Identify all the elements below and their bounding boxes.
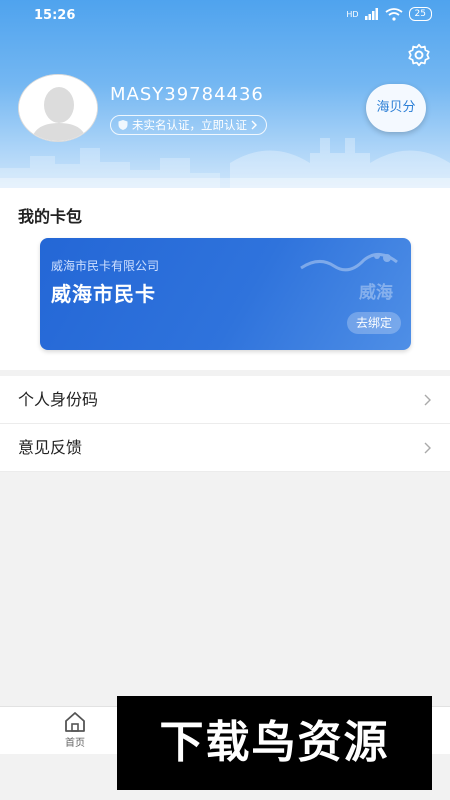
bind-card-button[interactable]: 去绑定 (346, 312, 401, 334)
wallet-section: 我的卡包 威海 威海市民卡有限公司 威海市民卡 去绑定 (0, 188, 450, 370)
card-company: 威海市民卡有限公司 (51, 259, 160, 273)
card-logo-text: 威海 (359, 283, 393, 303)
status-icons: HD 25 (346, 7, 432, 21)
network-label: HD (346, 9, 359, 19)
tab-home[interactable]: 首页 (52, 711, 98, 749)
wifi-icon (385, 7, 403, 21)
chevron-right-icon (424, 394, 431, 406)
watermark-banner: 下载鸟资源 (117, 696, 432, 790)
city-skyline-illustration (0, 138, 450, 188)
settings-menu: 个人身份码 意见反馈 (0, 376, 450, 472)
signal-icon (364, 8, 378, 20)
tab-home-label: 首页 (65, 738, 85, 749)
wallet-title: 我的卡包 (18, 207, 83, 226)
citizen-card[interactable]: 威海 威海市民卡有限公司 威海市民卡 去绑定 (40, 238, 411, 350)
menu-item-feedback[interactable]: 意见反馈 (0, 424, 450, 472)
menu-item-label: 意见反馈 (18, 438, 83, 457)
profile-header: 15:26 HD 25 MASY39784436 未实名认证，立即认证 海贝分 (0, 0, 450, 188)
username: MASY39784436 (110, 84, 264, 105)
chevron-right-icon (424, 442, 431, 454)
card-name: 威海市民卡 (51, 282, 156, 306)
status-time: 15:26 (34, 8, 76, 23)
battery-indicator: 25 (408, 7, 432, 21)
menu-item-label: 个人身份码 (18, 390, 99, 409)
menu-item-identity-code[interactable]: 个人身份码 (0, 376, 450, 424)
settings-gear-icon[interactable] (406, 42, 432, 68)
home-icon (65, 712, 85, 732)
status-bar: 15:26 HD 25 (0, 0, 450, 30)
